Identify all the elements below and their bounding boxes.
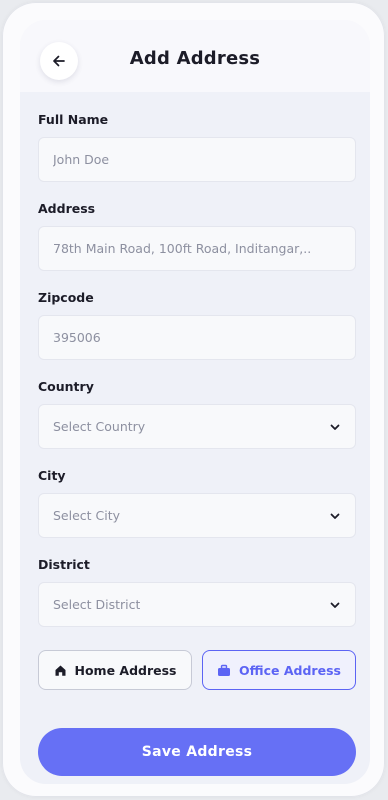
zipcode-label: Zipcode (38, 290, 94, 305)
district-label: District (38, 557, 90, 572)
office-address-button[interactable]: Office Address (202, 650, 356, 690)
city-select[interactable]: Select City (38, 493, 356, 538)
page-title: Add Address (129, 48, 261, 69)
office-address-label: Office Address (239, 662, 341, 678)
district-selected: Select District (53, 597, 141, 612)
header: Add Address (20, 20, 370, 100)
zipcode-field[interactable]: 395006 (38, 315, 356, 360)
country-select[interactable]: Select Country (38, 404, 356, 449)
save-address-button[interactable]: Save Address (38, 728, 356, 776)
full-name-field[interactable]: John Doe (38, 137, 356, 182)
country-selected: Select Country (53, 419, 146, 434)
address-field[interactable]: 78th Main Road, 100ft Road, Inditangar,.… (38, 226, 356, 271)
chevron-down-icon (330, 513, 340, 519)
phone-frame: Add Address Full Name John Doe Address 7… (2, 2, 385, 797)
district-select[interactable]: Select District (38, 582, 356, 627)
home-icon (55, 665, 65, 676)
briefcase-icon (218, 664, 231, 676)
city-label: City (38, 468, 66, 483)
chevron-down-icon (330, 602, 340, 608)
home-address-label: Home Address (74, 662, 177, 678)
city-selected: Select City (53, 508, 121, 523)
full-name-placeholder: John Doe (53, 152, 110, 167)
address-label: Address (38, 201, 96, 216)
zipcode-placeholder: 395006 (53, 330, 101, 345)
address-placeholder: 78th Main Road, 100ft Road, Inditangar,.… (53, 241, 312, 256)
home-address-button[interactable]: Home Address (38, 650, 192, 690)
full-name-label: Full Name (38, 112, 109, 127)
chevron-down-icon (330, 424, 340, 430)
country-label: Country (38, 379, 94, 394)
app-screen: Add Address Full Name John Doe Address 7… (20, 20, 370, 784)
